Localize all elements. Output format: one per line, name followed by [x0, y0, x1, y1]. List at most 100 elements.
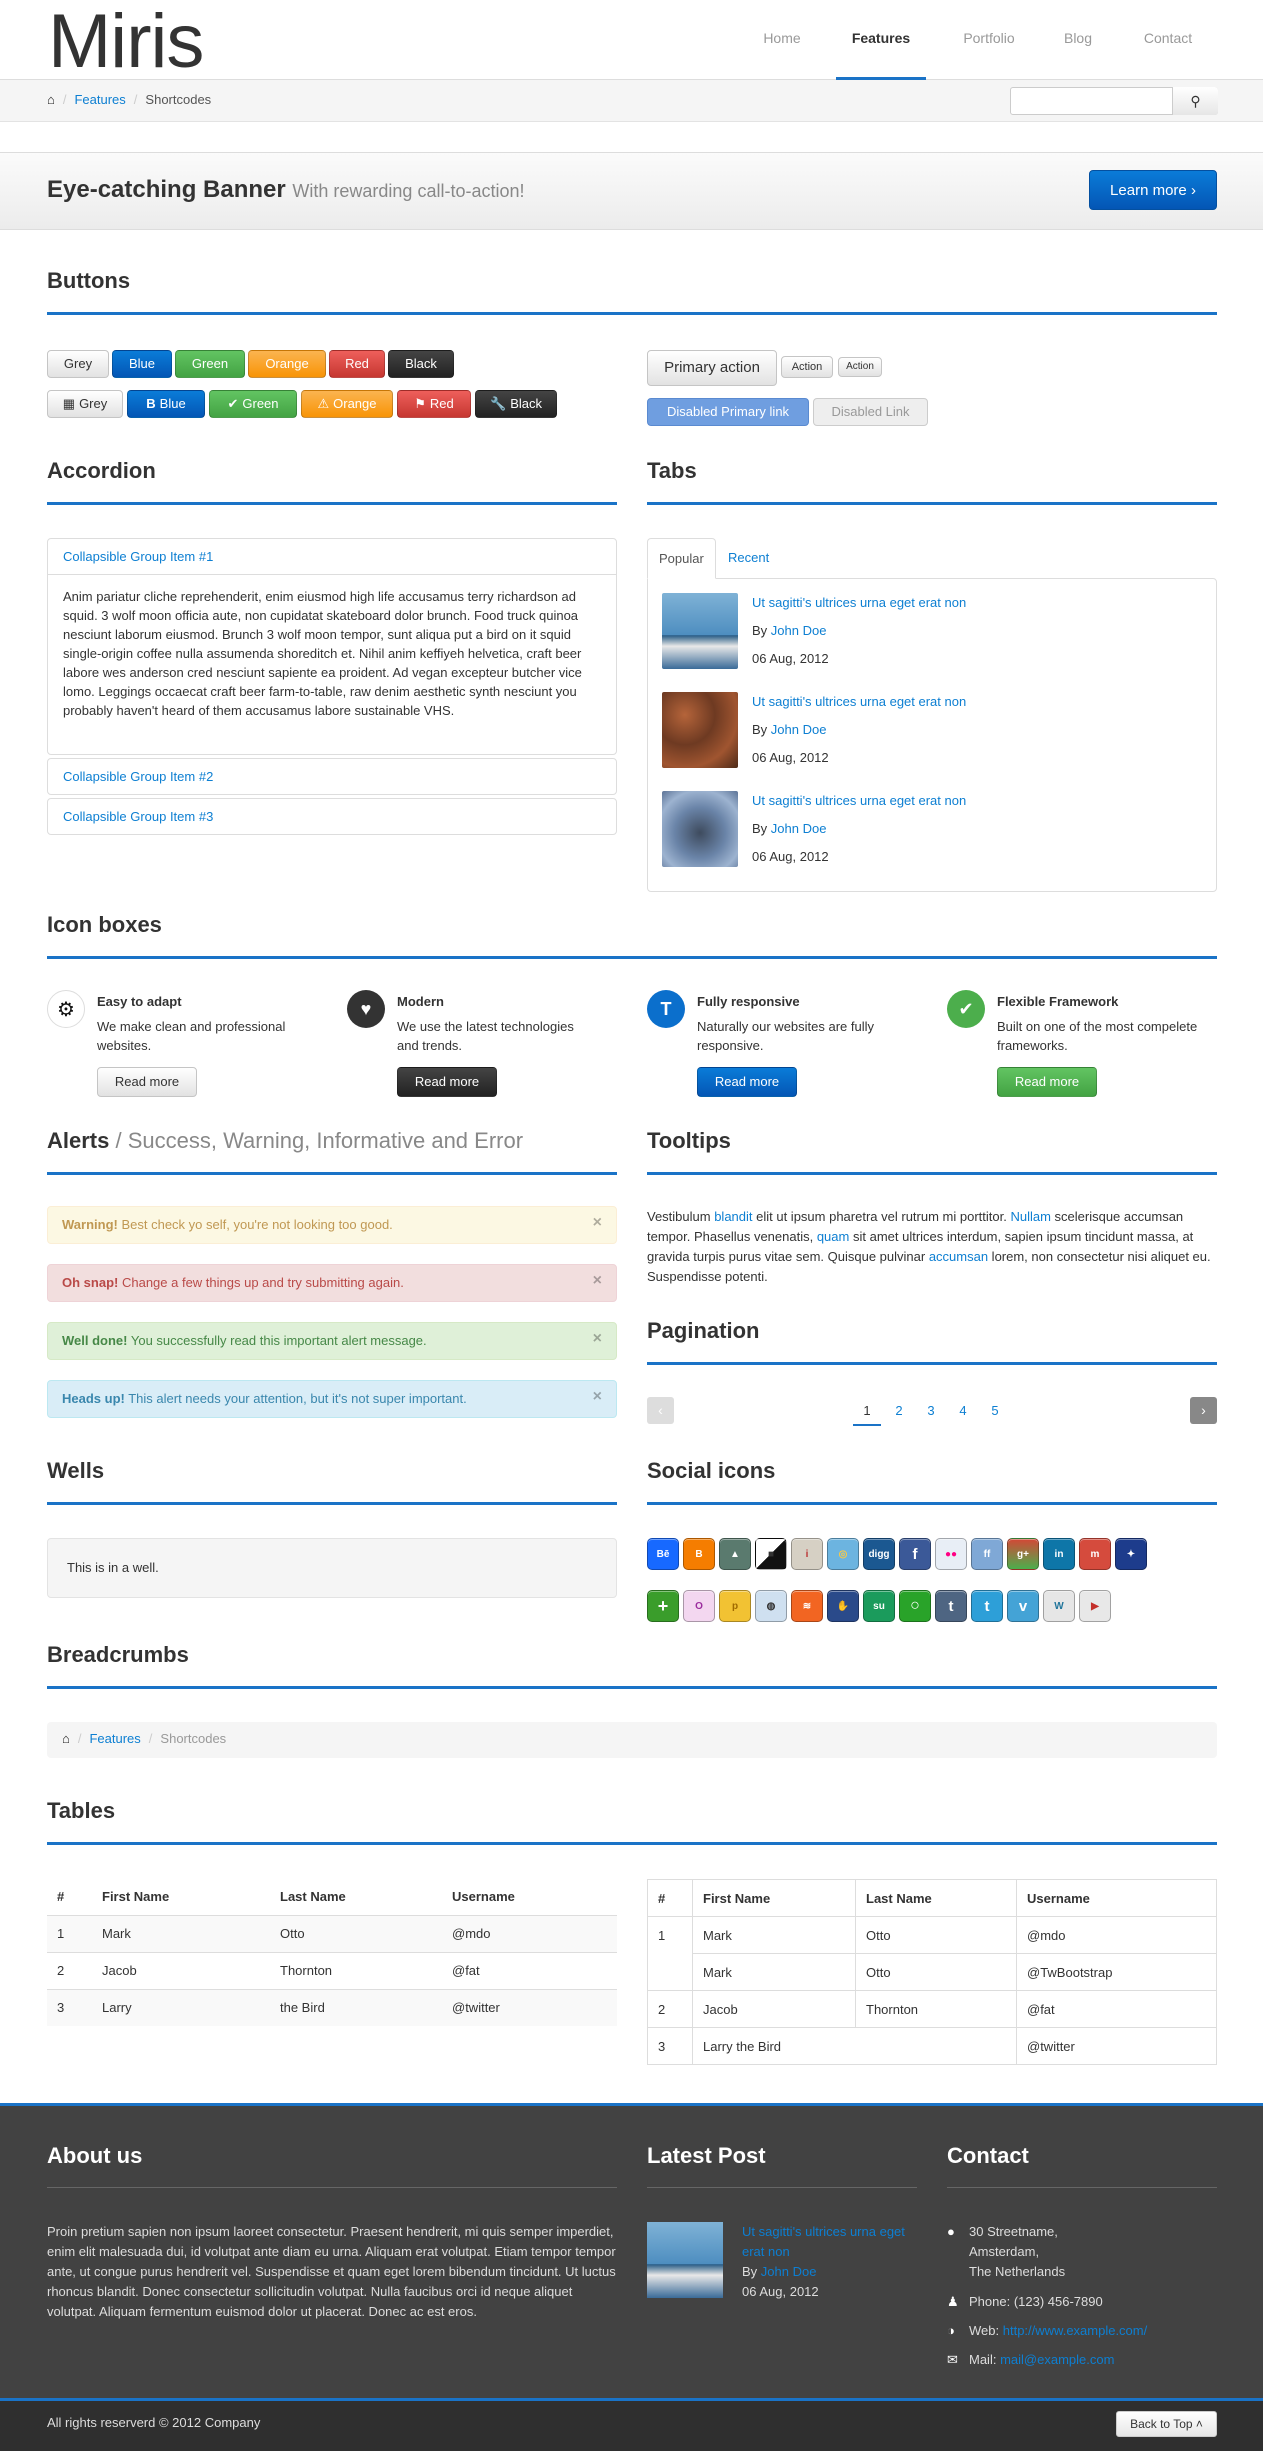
read-more-button[interactable]: Read more: [97, 1067, 197, 1097]
stumbleupon-icon[interactable]: su: [863, 1590, 895, 1622]
page-4[interactable]: 4: [951, 1403, 975, 1418]
latest-post-thumbnail[interactable]: [647, 2222, 723, 2298]
read-more-button[interactable]: Read more: [697, 1067, 797, 1097]
blue-icon-button[interactable]: B Blue: [127, 390, 205, 418]
black-icon-button[interactable]: 🔧 Black: [475, 390, 557, 418]
green-icon-button[interactable]: ✔ Green: [209, 390, 297, 418]
youtube-icon[interactable]: ▶: [1079, 1590, 1111, 1622]
red-button[interactable]: Red: [329, 350, 385, 378]
wordpress-icon[interactable]: W: [1043, 1590, 1075, 1622]
post-title-link[interactable]: Ut sagitti's ultrices urna eget erat non: [752, 595, 966, 610]
latest-post-author[interactable]: John Doe: [761, 2264, 817, 2279]
chart-icon[interactable]: i: [791, 1538, 823, 1570]
page-5[interactable]: 5: [983, 1403, 1007, 1418]
mail-link[interactable]: mail@example.com: [1000, 2352, 1114, 2367]
vimeo-icon[interactable]: v: [1007, 1590, 1039, 1622]
primary-action-button[interactable]: Primary action: [647, 350, 777, 386]
page-3[interactable]: 3: [919, 1403, 943, 1418]
disabled-link[interactable]: Disabled Link: [813, 398, 928, 426]
nav-home[interactable]: Home: [755, 0, 809, 80]
nav-contact[interactable]: Contact: [1133, 0, 1203, 80]
blue-button[interactable]: Blue: [112, 350, 172, 378]
latest-post-link[interactable]: Ut sagitti's ultrices urna eget erat non: [742, 2222, 907, 2262]
post-title-link[interactable]: Ut sagitti's ultrices urna eget erat non: [752, 793, 966, 808]
post-thumbnail[interactable]: [662, 593, 738, 669]
netvibes-icon[interactable]: +: [647, 1590, 679, 1622]
designmoo-icon[interactable]: ◎: [827, 1538, 859, 1570]
accordion-header-1[interactable]: Collapsible Group Item #1: [48, 539, 616, 574]
cell: Otto: [855, 1916, 1017, 1954]
posterous-icon[interactable]: p: [719, 1590, 751, 1622]
grey-icon-button[interactable]: ▦ Grey: [47, 390, 123, 418]
cloud-icon[interactable]: ▲: [719, 1538, 751, 1570]
post-author-link[interactable]: John Doe: [771, 821, 827, 836]
post-title-link[interactable]: Ut sagitti's ultrices urna eget erat non: [752, 694, 966, 709]
tab-recent[interactable]: Recent: [717, 538, 780, 579]
page-1[interactable]: 1: [853, 1403, 881, 1426]
twitter-icon[interactable]: t: [971, 1590, 1003, 1622]
home-icon[interactable]: ⌂: [62, 1731, 70, 1746]
grey-button[interactable]: Grey: [47, 350, 109, 378]
pagination-prev[interactable]: ‹: [647, 1397, 674, 1424]
linkedin-icon[interactable]: in: [1043, 1538, 1075, 1570]
google-plus-icon[interactable]: g+: [1007, 1538, 1039, 1570]
accordion-header-3[interactable]: Collapsible Group Item #3: [48, 799, 616, 834]
post-thumbnail[interactable]: [662, 692, 738, 768]
delicious-icon[interactable]: ■: [755, 1538, 787, 1570]
orange-icon-button[interactable]: ⚠ Orange: [301, 390, 393, 418]
red-icon-button[interactable]: ⚑ Red: [397, 390, 471, 418]
black-button[interactable]: Black: [388, 350, 454, 378]
digg-icon[interactable]: digg: [863, 1538, 895, 1570]
close-icon[interactable]: ×: [593, 1321, 602, 1357]
grid-icon: ▦: [62, 396, 76, 411]
orange-label: Orange: [333, 396, 377, 411]
tooltip-link[interactable]: accumsan: [929, 1249, 988, 1264]
accordion-header-2[interactable]: Collapsible Group Item #2: [48, 759, 616, 794]
tab-popular[interactable]: Popular: [647, 538, 716, 579]
flickr-icon[interactable]: ●●: [935, 1538, 967, 1570]
blogger-icon[interactable]: B: [683, 1538, 715, 1570]
tooltip-link[interactable]: blandit: [714, 1209, 752, 1224]
back-to-top-button[interactable]: Back to Top ˄: [1116, 2411, 1217, 2437]
myspace-icon[interactable]: ✦: [1115, 1538, 1147, 1570]
search-button[interactable]: ⚲: [1172, 87, 1218, 115]
squidoo-icon[interactable]: ✋: [827, 1590, 859, 1622]
facebook-icon[interactable]: f: [899, 1538, 931, 1570]
green-button[interactable]: Green: [175, 350, 245, 378]
nav-blog[interactable]: Blog: [1050, 0, 1106, 80]
cell: @mdo: [442, 1914, 617, 1952]
tooltip-link[interactable]: Nullam: [1010, 1209, 1050, 1224]
nav-portfolio[interactable]: Portfolio: [955, 0, 1023, 80]
post-thumbnail[interactable]: [662, 791, 738, 867]
disabled-primary-link[interactable]: Disabled Primary link: [647, 398, 809, 426]
tooltip-link[interactable]: quam: [817, 1229, 850, 1244]
orkut-icon[interactable]: O: [683, 1590, 715, 1622]
action-button-small[interactable]: Action: [781, 356, 833, 378]
site-logo[interactable]: Miris: [48, 0, 204, 84]
learn-more-button[interactable]: Learn more ›: [1089, 170, 1217, 210]
breadcrumb-features[interactable]: Features: [74, 92, 125, 107]
post-author-link[interactable]: John Doe: [771, 722, 827, 737]
read-more-button[interactable]: Read more: [397, 1067, 497, 1097]
tumblr-icon[interactable]: t: [935, 1590, 967, 1622]
friendfeed-icon[interactable]: ff: [971, 1538, 1003, 1570]
post-author-link[interactable]: John Doe: [771, 623, 827, 638]
breadcrumb-features[interactable]: Features: [89, 1731, 140, 1746]
web-link[interactable]: http://www.example.com/: [1003, 2323, 1148, 2338]
talk-icon[interactable]: ○: [899, 1590, 931, 1622]
pagination-next[interactable]: ›: [1190, 1397, 1217, 1424]
close-icon[interactable]: ×: [593, 1263, 602, 1299]
orange-button[interactable]: Orange: [248, 350, 326, 378]
web-label: Web:: [969, 2323, 1000, 2338]
behance-icon[interactable]: Bē: [647, 1538, 679, 1570]
rss-icon[interactable]: ≋: [791, 1590, 823, 1622]
read-more-button[interactable]: Read more: [997, 1067, 1097, 1097]
close-icon[interactable]: ×: [593, 1379, 602, 1415]
home-icon[interactable]: ⌂: [47, 92, 55, 107]
page-2[interactable]: 2: [887, 1403, 911, 1418]
close-icon[interactable]: ×: [593, 1205, 602, 1241]
reddit-icon[interactable]: ◍: [755, 1590, 787, 1622]
action-button-mini[interactable]: Action: [838, 357, 882, 377]
nav-features[interactable]: Features: [836, 0, 926, 80]
mixx-icon[interactable]: m: [1079, 1538, 1111, 1570]
